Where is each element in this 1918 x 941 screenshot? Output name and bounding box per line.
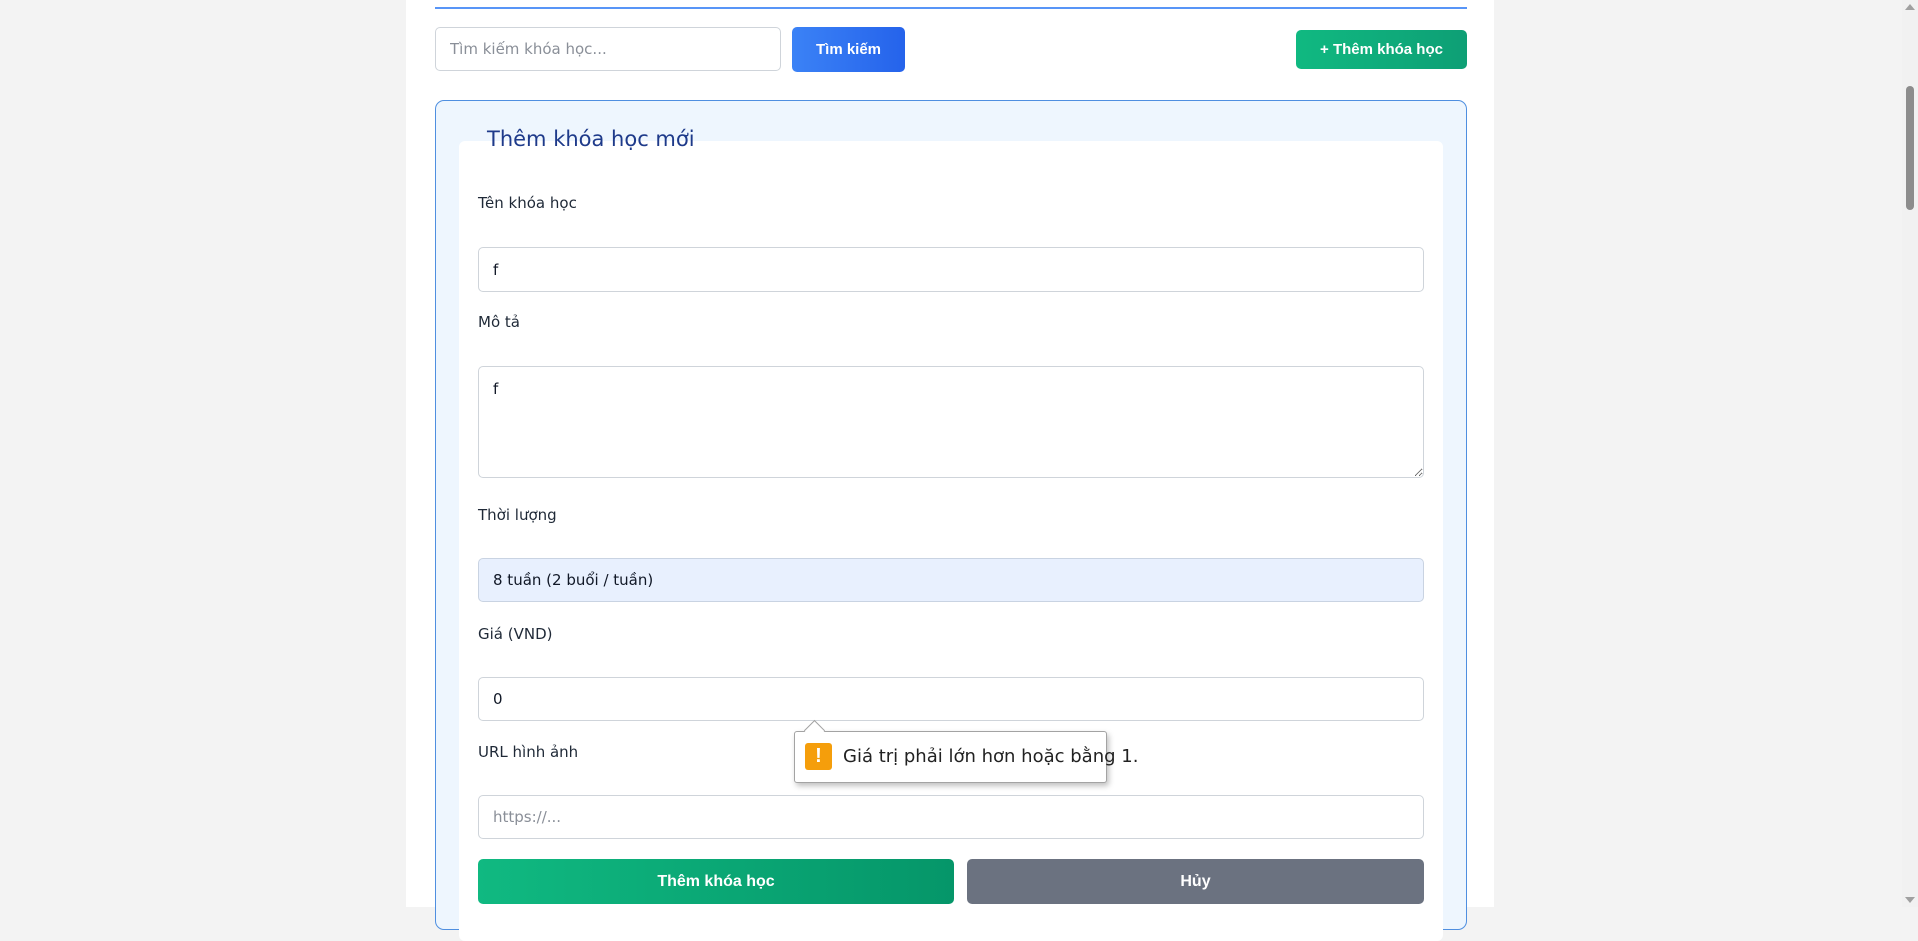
duration-label: Thời lượng [478,506,557,524]
search-input[interactable] [435,27,781,71]
submit-course-button[interactable]: Thêm khóa học [478,859,954,904]
warning-icon: ! [805,743,832,770]
description-label: Mô tả [478,313,520,331]
price-label: Giá (VND) [478,625,553,643]
form-title: Thêm khóa học mới [487,127,695,151]
description-textarea[interactable]: f [478,366,1424,478]
duration-input[interactable] [478,558,1424,602]
course-name-label: Tên khóa học [478,194,577,212]
image-url-input[interactable] [478,795,1424,839]
validation-tooltip: ! Giá trị phải lớn hơn hoặc bằng 1. [794,719,1138,783]
scroll-down-arrow-icon[interactable] [1905,897,1915,903]
add-course-button[interactable]: + Thêm khóa học [1296,30,1467,69]
vertical-scrollbar[interactable] [1902,0,1918,907]
scroll-up-arrow-icon[interactable] [1905,4,1915,10]
search-button[interactable]: Tìm kiếm [792,27,905,72]
scroll-thumb[interactable] [1906,86,1914,210]
validation-message: Giá trị phải lớn hơn hoặc bằng 1. [843,746,1139,767]
image-url-label: URL hình ảnh [478,743,579,761]
cancel-button[interactable]: Hủy [967,859,1424,904]
course-name-input[interactable] [478,247,1424,292]
header-divider [435,7,1467,9]
price-input[interactable] [478,677,1424,721]
